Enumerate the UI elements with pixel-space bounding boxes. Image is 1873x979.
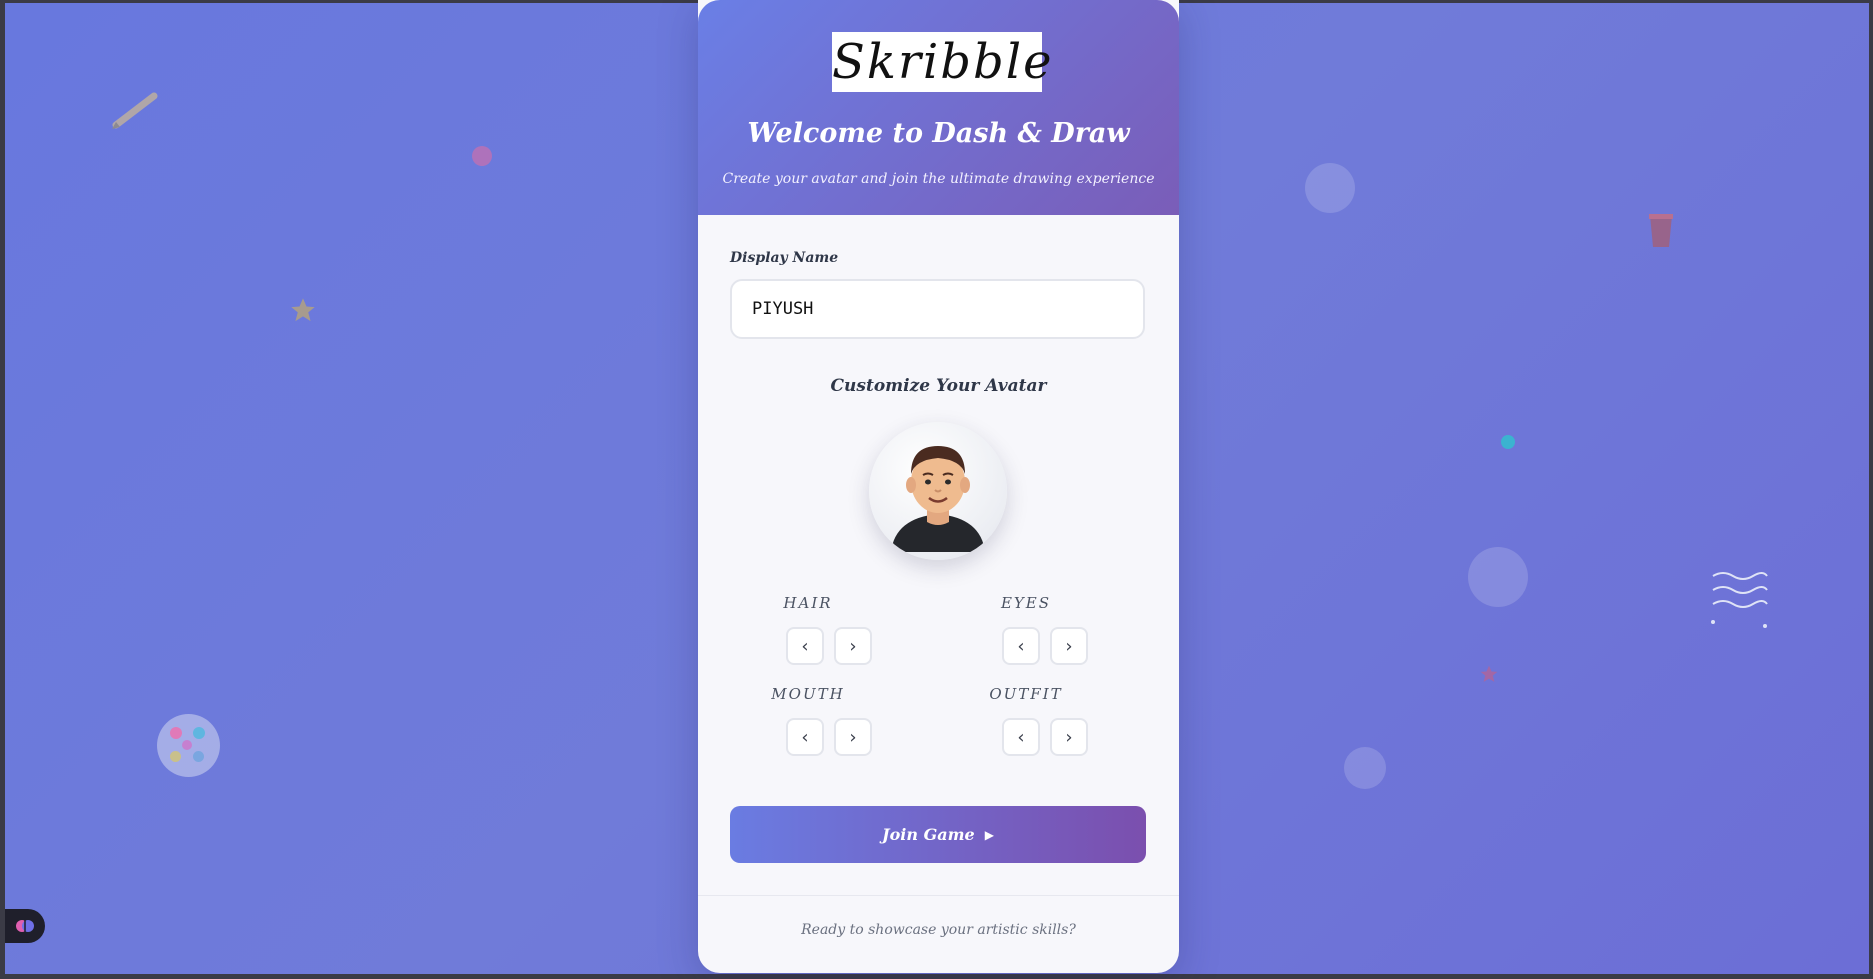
brain-icon — [16, 920, 34, 932]
palette-icon — [157, 714, 220, 777]
chevron-left-icon: ‹ — [801, 635, 809, 657]
join-card: Skribble Welcome to Dash & Draw Create y… — [698, 0, 1179, 973]
eyes-prev-button[interactable]: ‹ — [1002, 627, 1040, 665]
join-game-button[interactable]: Join Game ▶ — [730, 806, 1146, 863]
outfit-next-button[interactable]: › — [1050, 718, 1088, 756]
pencil-icon — [112, 92, 158, 129]
teal-dot — [1501, 435, 1515, 449]
display-name-input[interactable] — [730, 279, 1145, 339]
bubble — [1305, 163, 1355, 213]
extension-toggle[interactable] — [5, 909, 45, 943]
eyes-next-button[interactable]: › — [1050, 627, 1088, 665]
chevron-left-icon: ‹ — [801, 726, 809, 748]
outfit-label: OUTFIT — [989, 685, 1063, 703]
customize-avatar-title: Customize Your Avatar — [830, 376, 1047, 396]
avatar-face-icon — [891, 446, 985, 552]
chevron-left-icon: ‹ — [1017, 726, 1025, 748]
hair-label: HAIR — [783, 594, 833, 612]
hair-next-button[interactable]: › — [834, 627, 872, 665]
play-icon: ▶ — [984, 827, 994, 842]
mouth-prev-button[interactable]: ‹ — [786, 718, 824, 756]
mouth-label: MOUTH — [771, 685, 845, 703]
outfit-prev-button[interactable]: ‹ — [1002, 718, 1040, 756]
cup-icon — [1649, 214, 1673, 247]
eyes-label: EYES — [1000, 594, 1052, 612]
chevron-right-icon: › — [849, 726, 857, 748]
skribble-logo: Skribble — [832, 32, 1054, 92]
wave-icon — [1711, 572, 1768, 628]
chevron-right-icon: › — [849, 635, 857, 657]
display-name-label: Display Name — [730, 250, 839, 266]
pink-dot — [472, 146, 492, 166]
chevron-right-icon: › — [1065, 726, 1073, 748]
star-icon — [1480, 665, 1498, 682]
join-game-label: Join Game — [882, 825, 975, 844]
bubble — [1344, 747, 1386, 789]
star-icon — [291, 298, 315, 322]
chevron-right-icon: › — [1065, 635, 1073, 657]
bubble — [1468, 547, 1528, 607]
hair-prev-button[interactable]: ‹ — [786, 627, 824, 665]
mouth-next-button[interactable]: › — [834, 718, 872, 756]
welcome-title: Welcome to Dash & Draw — [747, 118, 1130, 149]
welcome-subtitle: Create your avatar and join the ultimate… — [722, 171, 1155, 187]
footer-text: Ready to showcase your artistic skills? — [801, 922, 1076, 938]
chevron-left-icon: ‹ — [1017, 635, 1025, 657]
card-header: Skribble Welcome to Dash & Draw Create y… — [698, 0, 1179, 215]
divider — [698, 895, 1179, 896]
avatar-preview — [869, 422, 1007, 560]
